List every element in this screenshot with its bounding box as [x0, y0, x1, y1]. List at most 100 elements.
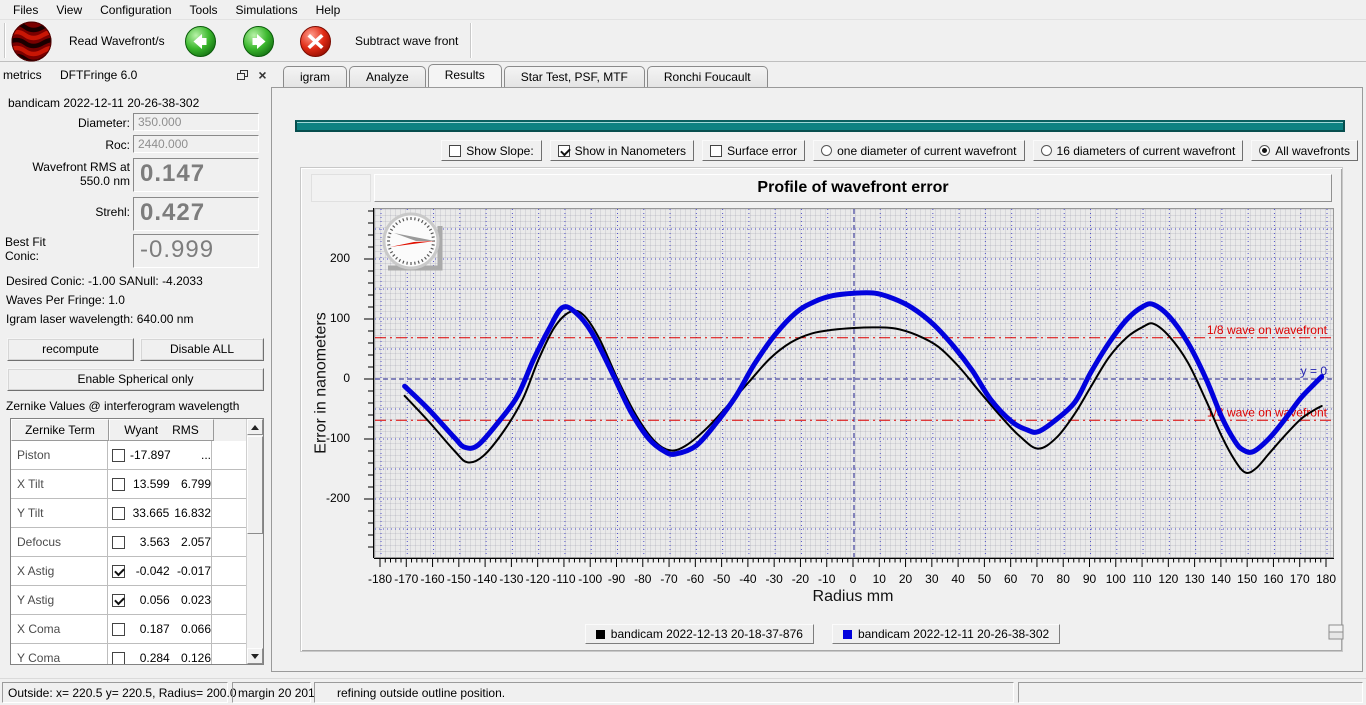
control-label: Surface error: [727, 144, 797, 158]
zernike-values: 33.66516.832: [108, 499, 212, 527]
zernike-scrollbar[interactable]: [246, 419, 263, 664]
header-wyant-rms[interactable]: Wyant RMS: [109, 419, 214, 441]
table-row-y-coma[interactable]: Y Coma0.2840.126: [11, 644, 246, 665]
legend-item-bandicam-2022-12-13-20-18-37-876[interactable]: bandicam 2022-12-13 20-18-37-876: [585, 624, 814, 644]
legend-item-bandicam-2022-12-11-20-26-38-302[interactable]: bandicam 2022-12-11 20-26-38-302: [832, 624, 1060, 644]
control-label: one diameter of current wavefront: [837, 144, 1016, 158]
profile-rotation-dial-icon[interactable]: [380, 212, 446, 272]
close-dock-icon[interactable]: ×: [254, 66, 271, 83]
roc-field[interactable]: 2440.000: [133, 135, 259, 153]
status-outline: Outside: x= 220.5 y= 220.5, Radius= 200.…: [2, 682, 228, 703]
checkbox-show-in-nanometers[interactable]: Show in Nanometers: [550, 140, 694, 161]
table-row-piston[interactable]: Piston-17.897...: [11, 441, 246, 470]
rms-value: 0.023: [175, 593, 211, 607]
rms-value: 6.799: [175, 477, 211, 491]
cancel-button[interactable]: [300, 26, 331, 57]
menu-configuration[interactable]: Configuration: [91, 1, 180, 19]
zernike-values: 13.5996.799: [108, 470, 212, 498]
zernike-term: X Tilt: [11, 470, 108, 498]
tab-results[interactable]: Results: [428, 64, 502, 87]
menu-tools[interactable]: Tools: [181, 1, 227, 19]
table-row-x-coma[interactable]: X Coma0.1870.066: [11, 615, 246, 644]
igram-wavelength-line: Igram laser wavelength: 640.00 nm: [6, 312, 193, 326]
tab-star-test-psf-mtf[interactable]: Star Test, PSF, MTF: [504, 66, 645, 87]
table-row-y-astig[interactable]: Y Astig0.0560.023: [11, 586, 246, 615]
zernike-values: -17.897...: [108, 441, 212, 469]
y-tick-label: -100: [310, 431, 350, 445]
radio-all-wavefronts[interactable]: All wavefronts: [1251, 140, 1358, 161]
table-row-y-tilt[interactable]: Y Tilt33.66516.832: [11, 499, 246, 528]
float-dock-icon[interactable]: [234, 66, 251, 83]
menu-help[interactable]: Help: [307, 1, 350, 19]
zernike-checkbox[interactable]: [112, 478, 125, 491]
zernike-values: 0.0560.023: [108, 586, 212, 614]
x-tick-label: -120: [526, 572, 550, 586]
checkbox-show-slope-[interactable]: Show Slope:: [441, 140, 541, 161]
zernike-title: Zernike Values @ interferogram wavelengt…: [6, 399, 239, 413]
disable-all-button[interactable]: Disable ALL: [140, 338, 264, 361]
rms-label: Wavefront RMS at 550.0 nm: [5, 160, 130, 188]
x-tick-label: 40: [951, 572, 964, 586]
wyant-value: 33.665: [130, 506, 169, 520]
zernike-checkbox[interactable]: [112, 623, 125, 636]
back-button[interactable]: [185, 26, 216, 57]
x-tick-label: 170: [1290, 572, 1310, 586]
menu-view[interactable]: View: [47, 1, 91, 19]
zernike-checkbox[interactable]: [112, 449, 125, 462]
plot-canvas[interactable]: 1/8 wave on wavefront1/8 wave on wavefro…: [374, 208, 1334, 558]
zernike-checkbox[interactable]: [112, 536, 125, 549]
x-tick-label: 120: [1158, 572, 1178, 586]
tab-ronchi-foucault[interactable]: Ronchi Foucault: [647, 66, 768, 87]
scrollbar-thumb[interactable]: [247, 436, 263, 534]
zernike-checkbox[interactable]: [112, 594, 125, 607]
x-tick-label: 10: [873, 572, 886, 586]
progress-bar: [295, 120, 1345, 132]
x-tick-label: -60: [687, 572, 704, 586]
radio-16-diameters-of-current-wavefront[interactable]: 16 diameters of current wavefront: [1033, 140, 1244, 161]
recompute-button[interactable]: recompute: [7, 338, 134, 361]
forward-button[interactable]: [243, 26, 274, 57]
radio-icon: [1041, 145, 1052, 156]
control-label: Show Slope:: [466, 144, 533, 158]
wavefront-logo-icon[interactable]: [11, 21, 52, 62]
plot-legend: bandicam 2022-12-13 20-18-37-876 bandicam…: [301, 624, 1344, 644]
menu-files[interactable]: Files: [4, 1, 47, 19]
y-tick-label: 0: [310, 371, 350, 385]
zernike-term: Y Astig: [11, 586, 108, 614]
table-row-x-astig[interactable]: X Astig-0.042-0.017: [11, 557, 246, 586]
x-tick-label: -180: [368, 572, 392, 586]
x-tick-label: 140: [1211, 572, 1231, 586]
zernike-table: Zernike Term Wyant RMS Piston-17.897...X…: [10, 418, 264, 665]
enable-spherical-button[interactable]: Enable Spherical only: [7, 368, 264, 391]
tab-igram[interactable]: igram: [283, 66, 347, 87]
zernike-checkbox[interactable]: [112, 565, 125, 578]
metrics-dock: metrics DFTFringe 6.0 × bandicam 2022-12…: [0, 62, 270, 668]
menu-simulations[interactable]: Simulations: [227, 1, 307, 19]
scrollbar-up-icon[interactable]: [247, 419, 263, 435]
diameter-field[interactable]: 350.000: [133, 113, 259, 131]
scrollbar-down-icon[interactable]: [247, 648, 263, 664]
read-wavefronts-label[interactable]: Read Wavefront/s: [69, 34, 165, 48]
zernike-checkbox[interactable]: [112, 652, 125, 665]
wyant-value: -0.042: [130, 564, 170, 578]
x-tick-label: 80: [1057, 572, 1070, 586]
waves-per-fringe-line: Waves Per Fringe: 1.0: [6, 293, 125, 307]
radio-icon: [1259, 145, 1270, 156]
table-row-defocus[interactable]: Defocus3.5632.057: [11, 528, 246, 557]
table-row-x-tilt[interactable]: X Tilt13.5996.799: [11, 470, 246, 499]
subtract-wavefront-label[interactable]: Subtract wave front: [355, 34, 458, 48]
y-tick-label: 200: [310, 251, 350, 265]
header-zernike-term[interactable]: Zernike Term: [11, 419, 109, 441]
x-tick-label: -160: [421, 572, 445, 586]
conic-value: -0.999: [133, 234, 259, 268]
rms-value: ...: [176, 448, 211, 462]
radio-one-diameter-of-current-wavefront[interactable]: one diameter of current wavefront: [813, 140, 1024, 161]
legend-grip-icon[interactable]: [1325, 620, 1349, 644]
tab-analyze[interactable]: Analyze: [349, 66, 426, 87]
wyant-value: 3.563: [130, 535, 170, 549]
zernike-checkbox[interactable]: [112, 507, 125, 520]
x-tick-label: -90: [608, 572, 625, 586]
dock-title: metrics: [3, 68, 42, 82]
checkbox-surface-error[interactable]: Surface error: [702, 140, 805, 161]
x-tick-label: -30: [765, 572, 782, 586]
